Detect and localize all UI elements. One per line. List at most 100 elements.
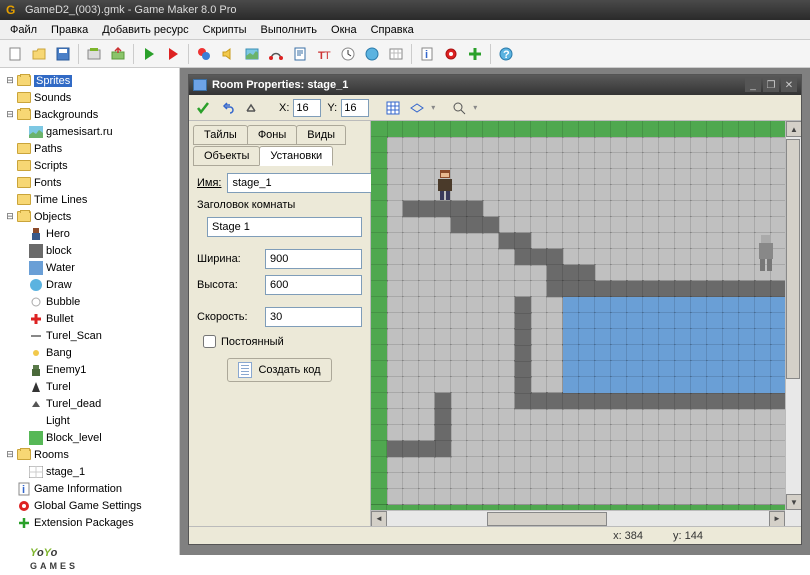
menu-file[interactable]: Файл — [4, 22, 43, 38]
room-properties-window: Room Properties: stage_1 _ ❐ ✕ X: Y: — [188, 74, 802, 545]
room-left-panel: Тайлы Фоны Виды Объекты Установки Имя: З… — [189, 121, 371, 526]
tree-obj-turelscan[interactable]: Turel_Scan — [2, 327, 177, 344]
speed-input[interactable] — [265, 307, 362, 327]
snap-y-label: Y: — [327, 102, 337, 114]
new-button[interactable] — [4, 43, 26, 65]
tree-sounds[interactable]: Sounds — [2, 89, 177, 106]
resource-tree[interactable]: ⊟Sprites Sounds ⊟Backgrounds gamesisart.… — [0, 68, 180, 555]
tree-room-stage1[interactable]: stage_1 — [2, 463, 177, 480]
open-button[interactable] — [28, 43, 50, 65]
caption-label: Заголовок комнаты — [197, 199, 295, 211]
tree-obj-bubble[interactable]: Bubble — [2, 293, 177, 310]
add-timeline-button[interactable] — [337, 43, 359, 65]
name-input[interactable] — [227, 173, 379, 193]
snap-x-input[interactable] — [293, 99, 321, 117]
add-room-button[interactable] — [385, 43, 407, 65]
status-x: x: 384 — [613, 530, 643, 542]
tab-views[interactable]: Виды — [296, 125, 346, 145]
snap-y-input[interactable] — [341, 99, 369, 117]
app-icon: G — [6, 3, 20, 17]
tree-objects[interactable]: ⊟Objects — [2, 208, 177, 225]
help-button[interactable]: ? — [495, 43, 517, 65]
menu-run[interactable]: Выполнить — [255, 22, 323, 38]
menu-edit[interactable]: Правка — [45, 22, 94, 38]
add-object-button[interactable] — [361, 43, 383, 65]
shift-button[interactable] — [241, 98, 261, 118]
add-sound-button[interactable] — [217, 43, 239, 65]
svg-text:?: ? — [503, 49, 510, 61]
tree-rooms[interactable]: ⊟Rooms — [2, 446, 177, 463]
yoyo-logo: YoYo GAMES — [30, 543, 78, 571]
svg-text:i: i — [22, 484, 25, 496]
minimize-icon[interactable]: _ — [745, 78, 761, 92]
persistent-label: Постоянный — [221, 336, 284, 348]
add-sprite-button[interactable] — [193, 43, 215, 65]
tab-tiles[interactable]: Тайлы — [193, 125, 248, 145]
room-window-title: Room Properties: stage_1 — [212, 79, 348, 91]
close-icon[interactable]: ✕ — [781, 78, 797, 92]
snap-x-label: X: — [279, 102, 289, 114]
height-input[interactable] — [265, 275, 362, 295]
tree-ext[interactable]: Extension Packages — [2, 514, 177, 531]
tree-bg-item[interactable]: gamesisart.ru — [2, 123, 177, 140]
iso-grid-button[interactable] — [407, 98, 427, 118]
tree-timelines[interactable]: Time Lines — [2, 191, 177, 208]
publish-button[interactable] — [107, 43, 129, 65]
extensions-button[interactable] — [464, 43, 486, 65]
mdi-area: Room Properties: stage_1 _ ❐ ✕ X: Y: — [180, 68, 810, 555]
debug-button[interactable] — [162, 43, 184, 65]
svg-text:i: i — [425, 49, 428, 61]
tree-obj-enemy1[interactable]: Enemy1 — [2, 361, 177, 378]
add-font-button[interactable]: TT — [313, 43, 335, 65]
app-title: GameD2_(003).gmk - Game Maker 8.0 Pro — [25, 4, 237, 16]
settings-button[interactable] — [440, 43, 462, 65]
width-input[interactable] — [265, 249, 362, 269]
svg-text:T: T — [324, 50, 331, 62]
tree-obj-light[interactable]: Light — [2, 412, 177, 429]
caption-input[interactable] — [207, 217, 362, 237]
tab-settings[interactable]: Установки — [259, 146, 333, 166]
tree-sprites[interactable]: ⊟Sprites — [2, 72, 177, 89]
tree-fonts[interactable]: Fonts — [2, 174, 177, 191]
vscrollbar[interactable]: ▲ ▼ — [785, 121, 801, 510]
tab-objects[interactable]: Объекты — [193, 146, 260, 166]
tree-obj-blocklevel[interactable]: Block_level — [2, 429, 177, 446]
hscrollbar[interactable]: ◄ ► — [371, 510, 785, 526]
tab-backgrounds[interactable]: Фоны — [247, 125, 297, 145]
zoom-button[interactable] — [449, 98, 469, 118]
tree-obj-bang[interactable]: Bang — [2, 344, 177, 361]
menu-scripts[interactable]: Скрипты — [197, 22, 253, 38]
room-window-titlebar[interactable]: Room Properties: stage_1 _ ❐ ✕ — [189, 75, 801, 95]
undo-button[interactable] — [217, 98, 237, 118]
room-canvas[interactable]: ◄ ► ▲ ▼ — [371, 121, 801, 526]
tree-obj-draw[interactable]: Draw — [2, 276, 177, 293]
menu-windows[interactable]: Окна — [325, 22, 363, 38]
grid-toggle-button[interactable] — [383, 98, 403, 118]
menu-help[interactable]: Справка — [365, 22, 420, 38]
tree-obj-tureldead[interactable]: Turel_dead — [2, 395, 177, 412]
add-background-button[interactable] — [241, 43, 263, 65]
app-titlebar: G GameD2_(003).gmk - Game Maker 8.0 Pro — [0, 0, 810, 20]
tree-obj-bullet[interactable]: Bullet — [2, 310, 177, 327]
add-script-button[interactable] — [289, 43, 311, 65]
tree-obj-water[interactable]: Water — [2, 259, 177, 276]
tree-obj-turel[interactable]: Turel — [2, 378, 177, 395]
ok-button[interactable] — [193, 98, 213, 118]
tree-paths[interactable]: Paths — [2, 140, 177, 157]
run-button[interactable] — [138, 43, 160, 65]
menu-add-resource[interactable]: Добавить ресурс — [96, 22, 194, 38]
tree-ggs[interactable]: Global Game Settings — [2, 497, 177, 514]
persistent-checkbox[interactable] — [203, 335, 216, 348]
maximize-icon[interactable]: ❐ — [763, 78, 779, 92]
tree-obj-hero[interactable]: Hero — [2, 225, 177, 242]
create-code-button[interactable]: Создать код — [227, 358, 331, 382]
menubar: Файл Правка Добавить ресурс Скрипты Выпо… — [0, 20, 810, 40]
tree-scripts[interactable]: Scripts — [2, 157, 177, 174]
game-info-button[interactable]: i — [416, 43, 438, 65]
tree-obj-block[interactable]: block — [2, 242, 177, 259]
tree-gameinfo[interactable]: iGame Information — [2, 480, 177, 497]
save-button[interactable] — [52, 43, 74, 65]
add-path-button[interactable] — [265, 43, 287, 65]
create-exe-button[interactable] — [83, 43, 105, 65]
tree-backgrounds[interactable]: ⊟Backgrounds — [2, 106, 177, 123]
